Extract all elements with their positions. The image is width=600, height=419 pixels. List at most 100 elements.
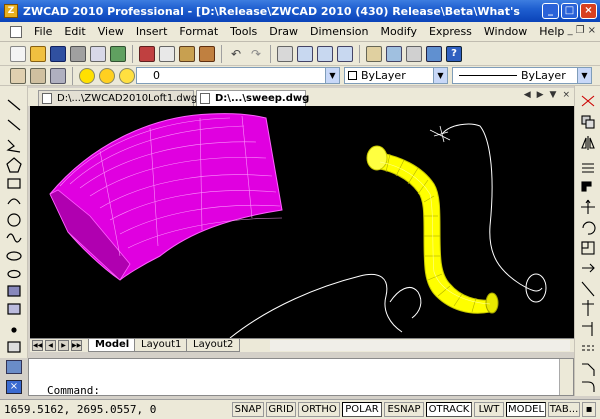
circle-icon bbox=[7, 213, 21, 227]
snap-toggle[interactable]: SNAP bbox=[232, 402, 264, 417]
lwt-toggle[interactable]: LWT bbox=[474, 402, 504, 417]
document-tabs: D:\...\ZWCAD2010Loft1.dwg D:\...\sweep.d… bbox=[28, 88, 574, 106]
erase-icon bbox=[581, 95, 595, 107]
window-title: ZWCAD 2010 Professional - [D:\Release\ZW… bbox=[23, 4, 523, 18]
model-toggle[interactable]: MODEL bbox=[506, 402, 546, 417]
print-icon[interactable] bbox=[70, 45, 86, 62]
print-preview-icon[interactable] bbox=[90, 45, 106, 62]
zoom-previous-icon[interactable] bbox=[337, 45, 353, 62]
linetype-value: ByLayer bbox=[521, 69, 566, 82]
properties-icon[interactable] bbox=[366, 45, 382, 62]
menu-file[interactable]: File bbox=[28, 25, 58, 38]
arc-icon bbox=[7, 198, 21, 205]
prev-tab-icon[interactable]: ◀ bbox=[45, 340, 56, 351]
doc-restore-icon[interactable]: ❐ bbox=[576, 25, 585, 36]
tab-prev-icon[interactable]: ◀ bbox=[524, 90, 531, 100]
copy-icon[interactable] bbox=[159, 45, 175, 62]
layer-manager-icon[interactable] bbox=[10, 67, 26, 84]
modify-toolbar bbox=[574, 86, 600, 396]
zoom-realtime-icon[interactable] bbox=[297, 45, 313, 62]
find-icon[interactable] bbox=[426, 45, 442, 62]
tablet-toggle[interactable]: TAB... bbox=[548, 402, 580, 417]
chamfer-icon bbox=[582, 363, 595, 376]
menu-dimension[interactable]: Dimension bbox=[304, 25, 374, 38]
command-scrollbar[interactable] bbox=[559, 359, 573, 395]
command-line[interactable]: Command: bbox=[28, 358, 574, 397]
menu-format[interactable]: Format bbox=[173, 25, 224, 38]
standard-toolbar: ↶ ↷ ? bbox=[0, 42, 600, 66]
zwcad-app-icon[interactable]: Z bbox=[4, 4, 18, 18]
chevron-down-icon[interactable]: ▼ bbox=[325, 68, 339, 83]
save-icon[interactable] bbox=[50, 45, 66, 62]
design-center-icon[interactable] bbox=[386, 45, 402, 62]
open-folder-icon[interactable] bbox=[30, 45, 46, 62]
next-tab-icon[interactable]: ▶ bbox=[58, 340, 69, 351]
tool-palettes-icon[interactable] bbox=[406, 45, 422, 62]
drawing-file-icon bbox=[200, 93, 210, 104]
pan-icon[interactable] bbox=[277, 45, 293, 62]
construction-line-icon bbox=[7, 119, 21, 131]
doc-close-icon[interactable]: × bbox=[588, 25, 596, 36]
maximize-button[interactable]: □ bbox=[561, 3, 578, 19]
tab-menu-icon[interactable]: ▼ bbox=[550, 90, 557, 100]
esnap-toggle[interactable]: ESNAP bbox=[384, 402, 424, 417]
zoom-window-icon[interactable] bbox=[317, 45, 333, 62]
tab-sweep-drawing[interactable]: D:\...\sweep.dwg bbox=[196, 90, 309, 106]
status-tray-icon[interactable]: ▪ bbox=[582, 402, 596, 417]
tab-close-icon[interactable]: × bbox=[562, 90, 570, 100]
minimize-button[interactable]: _ bbox=[542, 3, 559, 19]
menu-window[interactable]: Window bbox=[478, 25, 533, 38]
ellipse-arc-icon bbox=[7, 269, 21, 279]
help-icon[interactable]: ? bbox=[446, 45, 462, 62]
layer-state-icon[interactable] bbox=[30, 67, 46, 84]
layer-thaw-sun-icon[interactable] bbox=[99, 67, 115, 84]
otrack-toggle[interactable]: OTRACK bbox=[426, 402, 472, 417]
match-properties-icon[interactable] bbox=[199, 45, 215, 62]
last-tab-icon[interactable]: ▶▶ bbox=[71, 340, 82, 351]
model-space-view bbox=[49, 113, 547, 338]
drawing-canvas[interactable] bbox=[30, 106, 574, 338]
layer-on-bulb-icon[interactable] bbox=[79, 67, 95, 84]
tab-model[interactable]: Model bbox=[88, 339, 137, 352]
tab-layout1[interactable]: Layout1 bbox=[134, 339, 189, 352]
menu-insert[interactable]: Insert bbox=[130, 25, 174, 38]
new-file-icon[interactable] bbox=[10, 45, 26, 62]
layer-dropdown[interactable]: 0 ▼ bbox=[136, 67, 340, 84]
menu-edit[interactable]: Edit bbox=[58, 25, 91, 38]
status-bar: 1659.5162, 2695.0557, 0 SNAP GRID ORTHO … bbox=[0, 399, 600, 419]
menu-draw[interactable]: Draw bbox=[263, 25, 304, 38]
extend-icon bbox=[582, 322, 593, 336]
command-dock-icon[interactable] bbox=[6, 360, 22, 374]
color-dropdown[interactable]: ByLayer ▼ bbox=[344, 67, 448, 84]
cut-icon[interactable] bbox=[139, 45, 155, 62]
ortho-toggle[interactable]: ORTHO bbox=[298, 402, 340, 417]
command-close-icon[interactable]: × bbox=[6, 380, 22, 394]
lengthen-icon bbox=[581, 281, 595, 297]
redo-icon[interactable]: ↷ bbox=[248, 45, 264, 62]
horizontal-scrollbar[interactable] bbox=[270, 340, 570, 351]
menu-express[interactable]: Express bbox=[423, 25, 478, 38]
close-button[interactable]: × bbox=[580, 3, 597, 19]
paste-icon[interactable] bbox=[179, 45, 195, 62]
layer-previous-icon[interactable] bbox=[50, 67, 66, 84]
chevron-down-icon[interactable]: ▼ bbox=[577, 68, 591, 83]
doc-minimize-icon[interactable]: _ bbox=[568, 25, 573, 36]
publish-icon[interactable] bbox=[110, 45, 126, 62]
polar-toggle[interactable]: POLAR bbox=[342, 402, 382, 417]
grid-toggle[interactable]: GRID bbox=[266, 402, 296, 417]
make-block-icon bbox=[7, 303, 21, 315]
document-icon[interactable] bbox=[10, 25, 22, 38]
tab-next-icon[interactable]: ▶ bbox=[537, 90, 544, 100]
menu-modify[interactable]: Modify bbox=[375, 25, 423, 38]
menu-view[interactable]: View bbox=[92, 25, 130, 38]
menu-help[interactable]: Help bbox=[533, 25, 570, 38]
undo-icon[interactable]: ↶ bbox=[228, 45, 244, 62]
polygon-icon bbox=[6, 157, 22, 173]
chevron-down-icon[interactable]: ▼ bbox=[433, 68, 447, 83]
first-tab-icon[interactable]: ◀◀ bbox=[32, 340, 43, 351]
tab-layout2[interactable]: Layout2 bbox=[186, 339, 241, 352]
tab-loft-drawing[interactable]: D:\...\ZWCAD2010Loft1.dwg bbox=[38, 90, 197, 106]
layer-thaw-viewport-icon[interactable] bbox=[119, 67, 135, 84]
menu-tools[interactable]: Tools bbox=[224, 25, 263, 38]
linetype-dropdown[interactable]: ByLayer ▼ bbox=[452, 67, 592, 84]
